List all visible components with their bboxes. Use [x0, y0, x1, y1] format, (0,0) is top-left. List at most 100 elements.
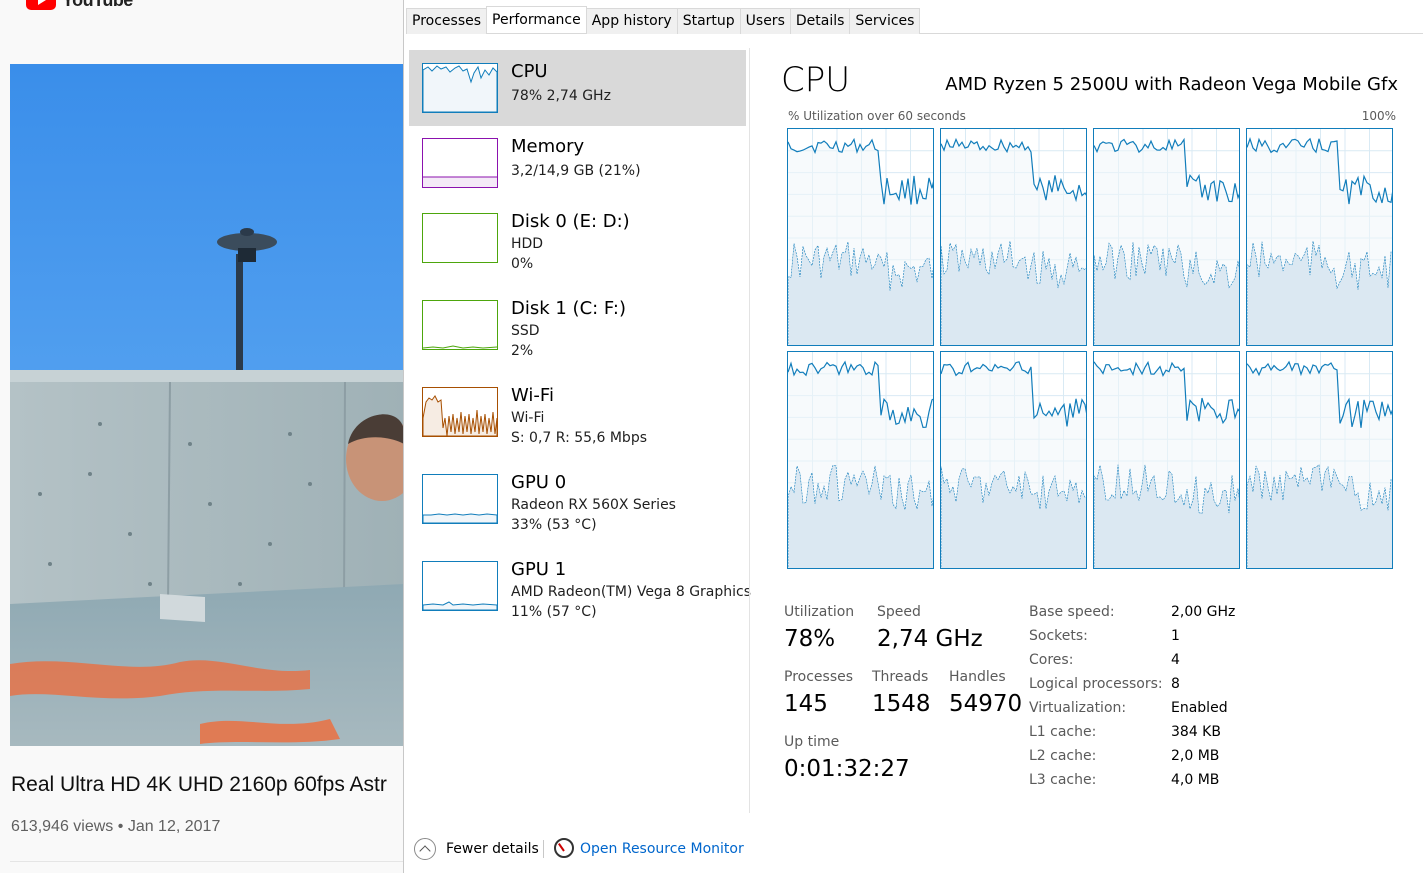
utilization-value: 78% [784, 626, 836, 652]
resource-detail-cpu: 78% 2,74 GHz [511, 88, 611, 104]
resource-type-disk-1: SSD [511, 323, 540, 339]
resource-name-gpu-0: GPU 0 [511, 472, 567, 493]
youtube-page: YouTube [0, 0, 404, 873]
resource-name-cpu: CPU [511, 61, 548, 82]
resource-detail-memory: 3,2/14,9 GB (21%) [511, 163, 641, 179]
resource-type-disk-0: HDD [511, 236, 544, 252]
spec-value-l2-cache: 2,0 MB [1171, 748, 1220, 764]
spec-value-base-speed: 2,00 GHz [1171, 604, 1236, 620]
video-views: 613,946 views [11, 818, 114, 835]
logical-processor-graph-svg [788, 129, 933, 345]
processes-label: Processes [784, 669, 854, 685]
tab-app-history[interactable]: App history [585, 8, 678, 34]
resource-name-gpu-1: GPU 1 [511, 559, 567, 580]
tab-details[interactable]: Details [789, 8, 851, 34]
task-manager-window: Processes Performance App history Startu… [403, 0, 1423, 873]
cpu-mini-graph [422, 63, 498, 113]
spec-key-l3-cache: L3 cache: [1029, 772, 1097, 788]
disk-1-mini-graph-svg [423, 345, 497, 349]
video-title[interactable]: Real Ultra HD 4K UHD 2160p 60fps Astr [11, 773, 387, 797]
youtube-logo[interactable]: YouTube [26, 0, 133, 10]
tab-services[interactable]: Services [849, 8, 921, 34]
resource-item-wifi[interactable]: Wi-Fi Wi-Fi S: 0,7 R: 55,6 Mbps [409, 374, 746, 450]
resource-item-gpu-0[interactable]: GPU 0 Radeon RX 560X Series 33% (53 °C) [409, 461, 746, 537]
resource-item-memory[interactable]: Memory 3,2/14,9 GB (21%) [409, 125, 746, 201]
logical-processor-graph-svg [1094, 352, 1239, 568]
spec-key-l2-cache: L2 cache: [1029, 748, 1097, 764]
meta-separator: • [117, 818, 124, 835]
screen: YouTube [0, 0, 1423, 873]
gpu-1-mini-graph-svg [423, 601, 497, 610]
tab-performance[interactable]: Performance [486, 6, 587, 33]
footer-bar: Fewer details Open Resource Monitor [404, 830, 1423, 870]
chevron-up-circle-icon[interactable] [414, 838, 436, 860]
tab-startup[interactable]: Startup [676, 8, 741, 34]
disk-1-mini-graph [422, 300, 498, 350]
resource-list: CPU 78% 2,74 GHz Memory 3,2/14,9 GB (21%… [408, 48, 751, 818]
logical-processor-graph-svg [941, 129, 1086, 345]
graph-max-label: 100% [1361, 109, 1396, 123]
spec-value-l3-cache: 4,0 MB [1171, 772, 1220, 788]
spec-key-logical-processors: Logical processors: [1029, 676, 1163, 692]
threads-label: Threads [872, 669, 929, 685]
resource-item-cpu[interactable]: CPU 78% 2,74 GHz [409, 50, 746, 126]
footer-separator [543, 840, 544, 858]
spec-key-virtualization: Virtualization: [1029, 700, 1127, 716]
resource-type-wifi: Wi-Fi [511, 410, 545, 426]
wifi-mini-graph [422, 387, 498, 437]
pane-divider[interactable] [749, 48, 750, 813]
speed-value: 2,74 GHz [877, 626, 983, 652]
cpu-model-name: AMD Ryzen 5 2500U with Radeon Vega Mobil… [945, 74, 1398, 95]
logical-processor-graph [940, 128, 1087, 346]
youtube-logo-text: YouTube [62, 0, 133, 11]
logical-processor-graph [1246, 351, 1393, 569]
video-player[interactable] [10, 64, 404, 746]
threads-value: 1548 [872, 691, 931, 717]
video-frame-image [10, 64, 404, 746]
resource-usage-gpu-0: 33% (53 °C) [511, 517, 597, 533]
spec-key-cores: Cores: [1029, 652, 1074, 668]
spec-value-logical-processors: 8 [1171, 676, 1180, 692]
handles-value: 54970 [949, 691, 1023, 717]
logical-processor-graph-svg [1094, 129, 1239, 345]
spec-value-cores: 4 [1171, 652, 1180, 668]
cpu-heading: CPU [781, 60, 851, 100]
spec-key-sockets: Sockets: [1029, 628, 1088, 644]
disk-0-mini-graph [422, 213, 498, 263]
resource-item-disk-0[interactable]: Disk 0 (E: D:) HDD 0% [409, 200, 746, 276]
logical-processor-graphs[interactable] [787, 128, 1395, 569]
spec-value-sockets: 1 [1171, 628, 1180, 644]
tab-users[interactable]: Users [739, 8, 791, 34]
resource-usage-disk-0: 0% [511, 256, 534, 272]
logical-processor-graph [1246, 128, 1393, 346]
utilization-label: Utilization [784, 604, 855, 620]
uptime-value: 0:01:32:27 [784, 756, 910, 782]
logical-processor-graph-svg [941, 352, 1086, 568]
video-date: Jan 12, 2017 [127, 818, 221, 835]
wifi-mini-graph-svg [423, 395, 497, 436]
logical-processor-graph [1093, 128, 1240, 346]
open-resource-monitor-link[interactable]: Open Resource Monitor [580, 841, 744, 857]
gpu-0-mini-graph-svg [423, 513, 497, 523]
spec-value-l1-cache: 384 KB [1171, 724, 1221, 740]
resource-item-gpu-1[interactable]: GPU 1 AMD Radeon(TM) Vega 8 Graphics 11%… [409, 548, 751, 624]
processes-value: 145 [784, 691, 828, 717]
tab-processes[interactable]: Processes [406, 8, 488, 34]
resource-name-wifi: Wi-Fi [511, 385, 554, 406]
logical-processor-graph [1093, 351, 1240, 569]
gpu-1-mini-graph [422, 561, 498, 611]
memory-mini-graph [422, 138, 498, 188]
logical-processor-graph [787, 128, 934, 346]
spec-value-virtualization: Enabled [1171, 700, 1228, 716]
resource-name-memory: Memory [511, 136, 585, 157]
resource-model-gpu-0: Radeon RX 560X Series [511, 497, 676, 513]
resource-name-disk-0: Disk 0 (E: D:) [511, 211, 630, 232]
resource-usage-gpu-1: 11% (57 °C) [511, 604, 597, 620]
speed-label: Speed [877, 604, 921, 620]
tab-strip: Processes Performance App history Startu… [406, 6, 1423, 34]
fewer-details-link[interactable]: Fewer details [446, 841, 539, 857]
logical-processor-graph-svg [1247, 129, 1392, 345]
resource-item-disk-1[interactable]: Disk 1 (C: F:) SSD 2% [409, 287, 746, 363]
memory-mini-graph-svg [423, 176, 497, 187]
resource-monitor-icon[interactable] [554, 838, 574, 858]
